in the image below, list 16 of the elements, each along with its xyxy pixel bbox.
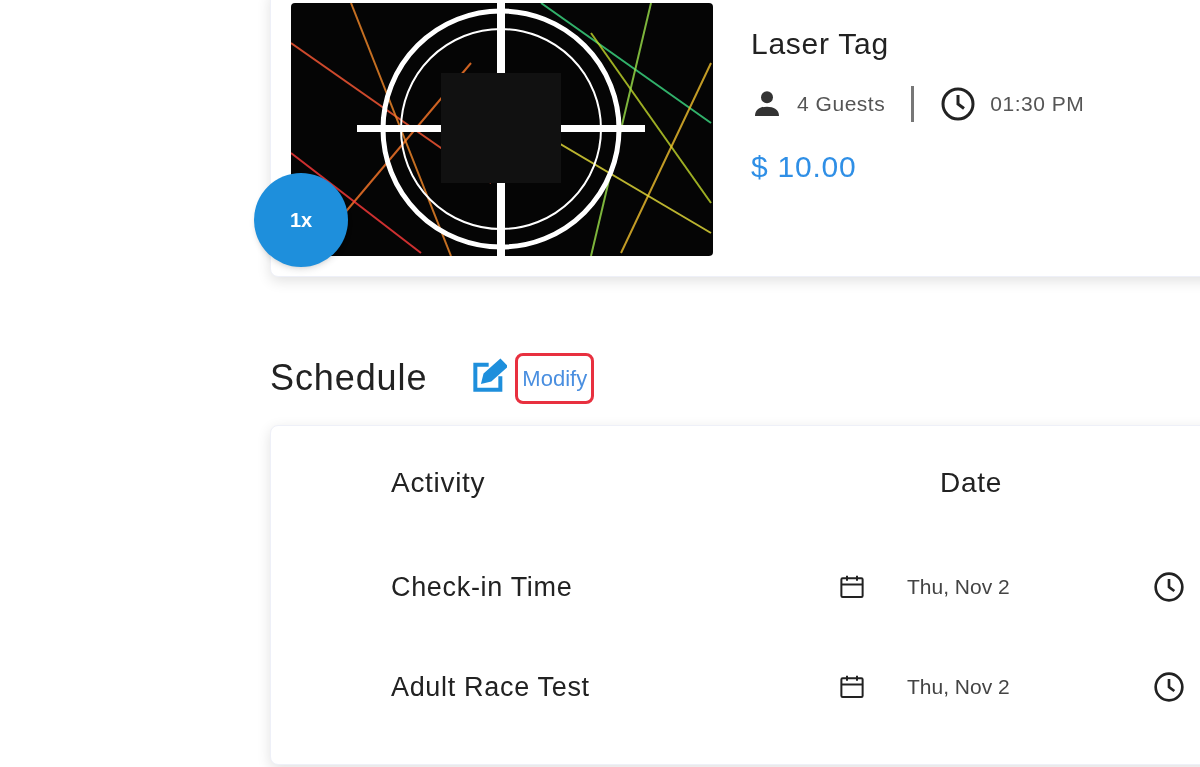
activity-cell-text: Adult Race Test <box>391 670 591 704</box>
clock-icon <box>1153 571 1185 603</box>
guests-count: 4 Guests <box>797 91 886 118</box>
date-cell-text: Thu, Nov 2 <box>907 574 1011 601</box>
activity-cell-text: Check-in Time <box>391 570 574 604</box>
column-header: Date <box>939 466 1003 500</box>
clock-icon <box>1153 671 1185 703</box>
time-text: 01:30 PM <box>990 91 1085 118</box>
schedule-heading: Schedule <box>270 356 428 400</box>
item-title: Laser Tag <box>751 26 890 62</box>
clock-icon <box>940 86 977 122</box>
price-text: $ 10.00 <box>751 149 858 185</box>
modify-link[interactable]: Modify <box>515 352 595 404</box>
date-cell-text: Thu, Nov 2 <box>907 674 1011 701</box>
column-header: Activity <box>391 466 487 500</box>
quantity-badge: 1x <box>254 173 348 267</box>
